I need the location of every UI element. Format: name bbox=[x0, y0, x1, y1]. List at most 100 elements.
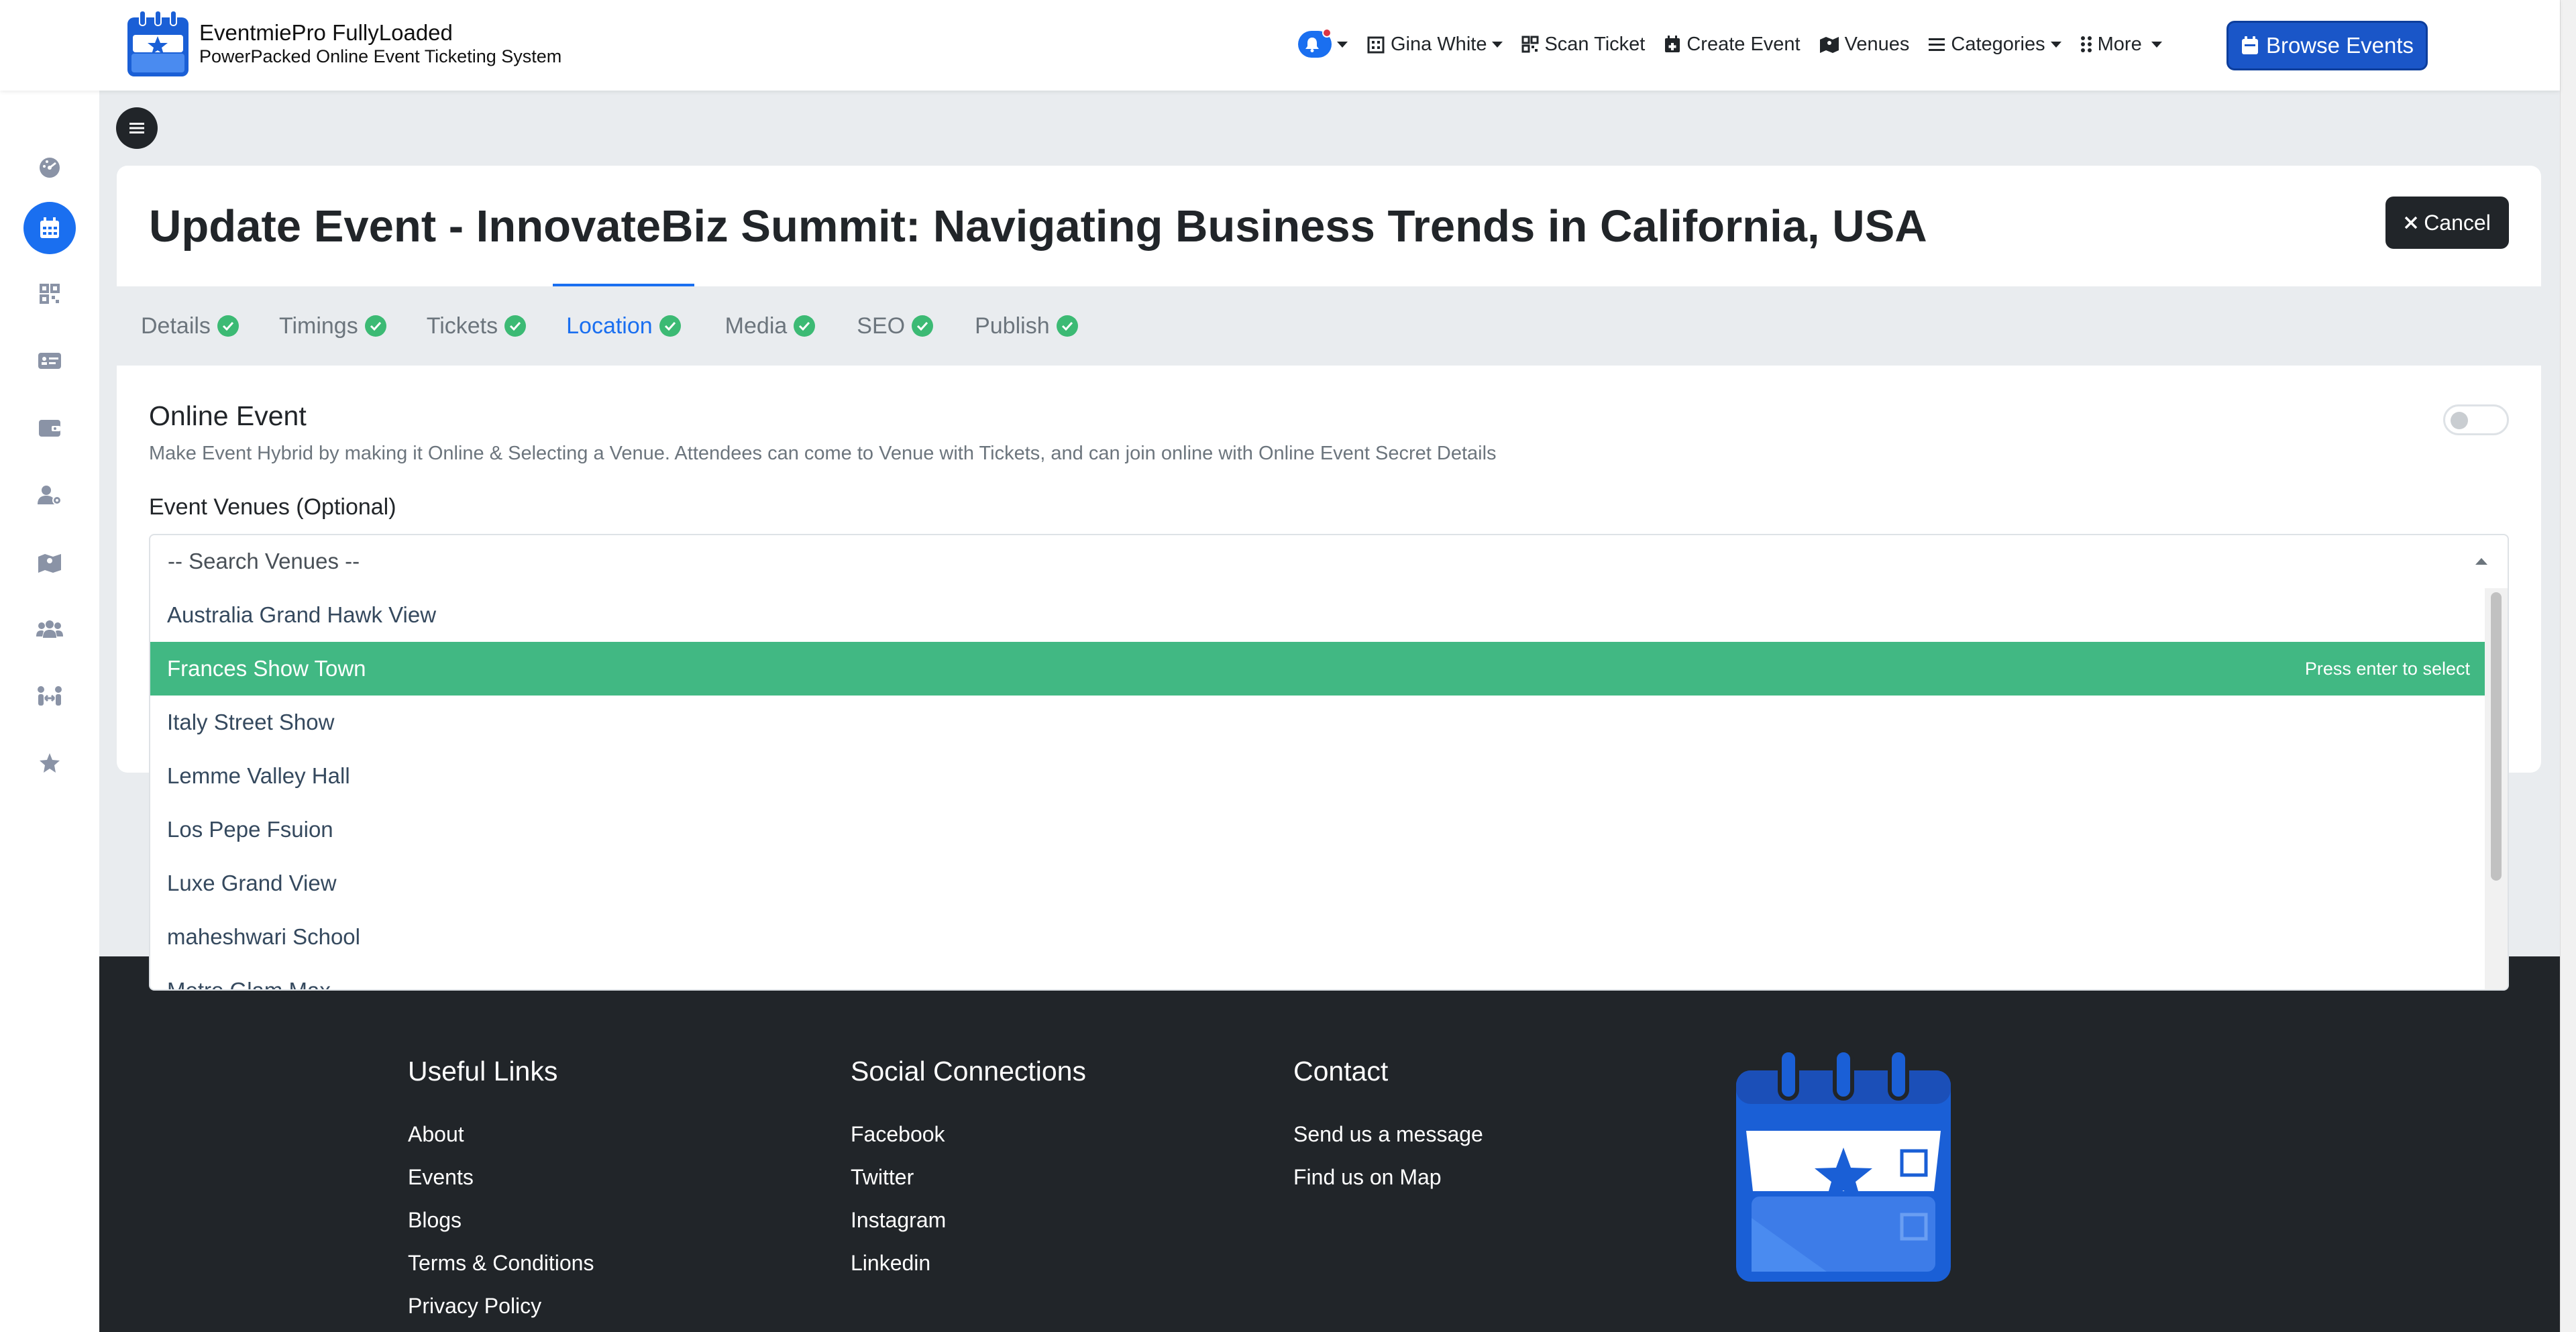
dashboard-icon[interactable] bbox=[26, 144, 73, 191]
venue-option[interactable]: maheshwari School bbox=[150, 910, 2487, 964]
footer-link-find-on-map[interactable]: Find us on Map bbox=[1293, 1156, 1483, 1199]
tab-label: Media bbox=[724, 313, 788, 339]
online-event-label: Online Event bbox=[149, 400, 307, 431]
tab-location[interactable]: Location bbox=[553, 284, 694, 366]
tab-label: Location bbox=[566, 313, 653, 339]
footer-link-twitter[interactable]: Twitter bbox=[851, 1156, 1086, 1199]
grip-dots-icon bbox=[2080, 36, 2092, 52]
event-venues-label: Event Venues (Optional) bbox=[149, 494, 396, 520]
online-event-toggle[interactable] bbox=[2443, 404, 2509, 435]
wallet-icon[interactable] bbox=[26, 404, 73, 451]
footer-link-events[interactable]: Events bbox=[408, 1156, 594, 1199]
dropdown-scroll-thumb[interactable] bbox=[2491, 592, 2502, 881]
tab-media[interactable]: Media bbox=[725, 286, 816, 366]
venue-option-highlighted[interactable]: Frances Show Town Press enter to select bbox=[150, 642, 2487, 696]
star-icon[interactable] bbox=[26, 740, 73, 787]
scan-ticket-link[interactable]: Scan Ticket bbox=[1521, 34, 1645, 56]
chevron-down-icon bbox=[2151, 41, 2162, 48]
calendar-icon[interactable] bbox=[23, 202, 76, 254]
people-arrows-icon[interactable] bbox=[26, 673, 73, 720]
tab-timings[interactable]: Timings bbox=[279, 286, 386, 366]
building-icon bbox=[1367, 36, 1385, 54]
tab-label: Publish bbox=[975, 313, 1050, 339]
footer-link-privacy[interactable]: Privacy Policy bbox=[408, 1284, 594, 1327]
footer-link-facebook[interactable]: Facebook bbox=[851, 1113, 1086, 1156]
select-hint: Press enter to select bbox=[2304, 659, 2470, 679]
cancel-label: Cancel bbox=[2424, 210, 2491, 235]
venue-option[interactable]: Lemme Valley Hall bbox=[150, 749, 2487, 803]
hamburger-icon bbox=[129, 123, 144, 133]
dropdown-scrollbar[interactable] bbox=[2485, 588, 2508, 989]
online-event-help: Make Event Hybrid by making it Online & … bbox=[149, 443, 1497, 464]
user-name: Gina White bbox=[1391, 33, 1487, 55]
venue-option[interactable]: Australia Grand Hawk View bbox=[150, 588, 2487, 642]
top-navbar: EventmiePro FullyLoaded PowerPacked Onli… bbox=[0, 0, 2560, 91]
footer-heading: Useful Links bbox=[408, 1056, 558, 1087]
footer-link-instagram[interactable]: Instagram bbox=[851, 1199, 1086, 1241]
footer-link-linkedin[interactable]: Linkedin bbox=[851, 1241, 1086, 1284]
form-tabs: Details Timings Tickets Location Media S… bbox=[117, 284, 2541, 366]
check-circle-icon bbox=[659, 315, 681, 337]
close-icon bbox=[2404, 216, 2418, 229]
footer-link-blogs[interactable]: Blogs bbox=[408, 1199, 594, 1241]
page-scrollbar[interactable] bbox=[2560, 0, 2576, 1332]
browse-events-button[interactable]: Browse Events bbox=[2226, 21, 2428, 70]
chevron-down-icon bbox=[2050, 41, 2061, 48]
venue-dropdown-list: Australia Grand Hawk View Frances Show T… bbox=[149, 588, 2509, 991]
sidebar-toggle-button[interactable] bbox=[116, 107, 158, 149]
tab-label: Details bbox=[141, 313, 211, 339]
footer-heading: Social Connections bbox=[851, 1056, 1086, 1087]
categories-menu[interactable]: Categories bbox=[1928, 34, 2061, 56]
calendar-icon bbox=[2241, 36, 2258, 54]
chevron-down-icon bbox=[1492, 41, 1503, 48]
cancel-button[interactable]: Cancel bbox=[2385, 197, 2509, 249]
venues-link[interactable]: Venues bbox=[1819, 33, 1910, 56]
footer-link-about[interactable]: About bbox=[408, 1113, 594, 1156]
check-circle-icon bbox=[794, 315, 816, 337]
toggle-knob bbox=[2451, 412, 2468, 429]
footer-social-links: Social Connections Facebook Twitter Inst… bbox=[851, 1056, 1086, 1284]
create-event-link[interactable]: Create Event bbox=[1664, 34, 1801, 56]
footer-logo-icon bbox=[1736, 1050, 1951, 1282]
map-icon bbox=[1819, 37, 1839, 53]
venue-option[interactable]: Metro Glam Max bbox=[150, 964, 2487, 989]
ticket-card-icon[interactable] bbox=[26, 337, 73, 384]
qrcode-icon[interactable] bbox=[26, 270, 73, 317]
scan-ticket-label: Scan Ticket bbox=[1544, 33, 1646, 55]
more-menu[interactable]: More bbox=[2080, 34, 2162, 56]
users-icon[interactable] bbox=[26, 606, 73, 653]
map-location-icon[interactable] bbox=[26, 539, 73, 586]
check-circle-icon bbox=[912, 315, 934, 337]
list-icon bbox=[1929, 38, 1945, 51]
calendar-plus-icon bbox=[1665, 36, 1680, 52]
brand[interactable]: EventmiePro FullyLoaded PowerPacked Onli… bbox=[126, 9, 561, 78]
notification-badge bbox=[1322, 28, 1332, 38]
tab-label: Tickets bbox=[426, 313, 498, 339]
tab-publish[interactable]: Publish bbox=[975, 286, 1078, 366]
venues-label: Venues bbox=[1844, 33, 1910, 55]
footer-contact-links: Contact Send us a message Find us on Map bbox=[1293, 1056, 1483, 1199]
footer: Useful Links About Events Blogs Terms & … bbox=[99, 956, 2560, 1332]
footer-useful-links: Useful Links About Events Blogs Terms & … bbox=[408, 1056, 594, 1327]
venue-option[interactable]: Los Pepe Fsuion bbox=[150, 803, 2487, 856]
user-gear-icon[interactable] bbox=[26, 471, 73, 518]
qrcode-icon bbox=[1521, 36, 1539, 53]
chevron-up-icon bbox=[2475, 558, 2487, 565]
tab-label: SEO bbox=[857, 313, 906, 339]
footer-link-send-message[interactable]: Send us a message bbox=[1293, 1113, 1483, 1156]
brand-title: EventmiePro FullyLoaded bbox=[199, 20, 453, 45]
brand-logo-icon bbox=[127, 10, 189, 76]
venue-search-select[interactable]: -- Search Venues -- bbox=[149, 534, 2509, 590]
footer-link-terms[interactable]: Terms & Conditions bbox=[408, 1241, 594, 1284]
tab-seo[interactable]: SEO bbox=[857, 286, 934, 366]
venue-option[interactable]: Italy Street Show bbox=[150, 696, 2487, 749]
bell-icon bbox=[1298, 28, 1332, 58]
venue-option-label: Frances Show Town bbox=[167, 656, 366, 681]
categories-label: Categories bbox=[1951, 33, 2045, 55]
venue-option[interactable]: Luxe Grand View bbox=[150, 856, 2487, 910]
notifications-dropdown[interactable] bbox=[1298, 28, 1348, 58]
tab-details[interactable]: Details bbox=[141, 286, 239, 366]
user-menu[interactable]: Gina White bbox=[1366, 34, 1503, 56]
tab-tickets[interactable]: Tickets bbox=[426, 286, 527, 366]
check-circle-icon bbox=[504, 315, 527, 337]
